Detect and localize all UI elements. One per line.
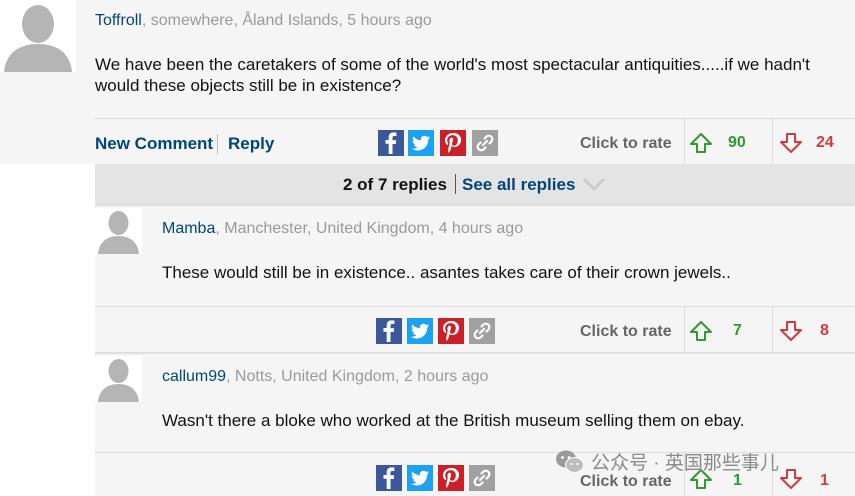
comment-location-time: , somewhere, Åland Islands, 5 hours ago [141,12,432,29]
reply-action-bar: Click to rate 7 8 [95,306,855,353]
see-all-replies-link[interactable]: See all replies [462,175,575,195]
default-avatar-icon [0,0,76,72]
divider [455,174,456,194]
arrow-down-icon[interactable] [780,321,802,341]
facebook-icon [383,320,395,342]
click-to-rate-label: Click to rate [580,323,672,340]
reply-meta: callum99, Notts, United Kingdom, 2 hours… [162,368,488,386]
comment-username[interactable]: Toffroll [95,12,142,29]
avatar[interactable] [95,356,142,402]
reply-location-time: , Notts, United Kingdom, 2 hours ago [226,368,489,385]
comment-main: Toffroll, somewhere, Åland Islands, 5 ho… [0,0,855,165]
twitter-share-button[interactable] [408,130,434,156]
arrow-up-icon[interactable] [690,133,712,153]
reply-body: Wasn't there a bloke who worked at the B… [162,411,745,430]
copy-link-button[interactable] [469,318,495,344]
reply-username[interactable]: Mamba [162,220,215,237]
pinterest-icon [443,321,460,341]
arrow-up-icon[interactable] [690,321,712,341]
twitter-icon [412,135,430,151]
default-avatar-icon [95,356,142,402]
twitter-icon [411,323,429,339]
pinterest-share-button[interactable] [440,130,466,156]
divider [217,134,218,154]
arrow-down-icon[interactable] [780,469,802,489]
facebook-share-button[interactable] [378,130,404,156]
reply-meta: Mamba, Manchester, United Kingdom, 4 hou… [162,220,523,238]
downvote-count: 1 [820,472,829,489]
new-comment-button[interactable]: New Comment [95,134,213,154]
reply-body: These would still be in existence.. asan… [162,263,731,282]
link-icon [473,469,491,487]
replies-bar: 2 of 7 replies See all replies [95,164,855,204]
reply-location-time: , Manchester, United Kingdom, 4 hours ag… [215,220,524,237]
divider [684,119,685,165]
upvote-count: 7 [733,322,742,339]
pinterest-share-button[interactable] [438,318,464,344]
twitter-share-button[interactable] [407,465,433,491]
pinterest-icon [443,468,460,488]
click-to-rate-label: Click to rate [580,135,672,152]
pinterest-icon [445,133,462,153]
copy-link-button[interactable] [472,130,498,156]
twitter-share-button[interactable] [407,318,433,344]
watermark: 公众号 · 英国那些事儿 [555,448,779,475]
wechat-icon [556,450,584,473]
twitter-icon [411,470,429,486]
divider [772,119,773,165]
divider [684,307,685,353]
downvote-count: 24 [816,134,834,151]
avatar[interactable] [95,208,142,254]
facebook-share-button[interactable] [376,465,402,491]
link-icon [476,134,494,152]
comment-body-line: would these objects still be in existenc… [95,76,402,95]
facebook-icon [383,467,395,489]
reply-item: Mamba, Manchester, United Kingdom, 4 hou… [95,204,855,353]
facebook-icon [385,132,397,154]
facebook-share-button[interactable] [376,318,402,344]
arrow-down-icon[interactable] [780,133,802,153]
reply-button[interactable]: Reply [228,134,274,154]
comment-action-bar: New Comment Reply Click to rate 90 24 [95,118,855,165]
chevron-down-icon[interactable] [582,177,606,191]
replies-count: 2 of 7 replies [343,175,447,194]
comment-body-line: We have been the caretakers of some of t… [95,55,810,74]
watermark-text: 公众号 · 英国那些事儿 [591,453,779,474]
downvote-count: 8 [820,322,829,339]
upvote-count: 90 [728,134,746,151]
link-icon [473,322,491,340]
copy-link-button[interactable] [469,465,495,491]
divider [772,307,773,353]
avatar[interactable] [0,0,76,72]
reply-username[interactable]: callum99 [162,368,226,385]
pinterest-share-button[interactable] [438,465,464,491]
comment-meta: Toffroll, somewhere, Åland Islands, 5 ho… [95,12,432,30]
comment-body: We have been the caretakers of some of t… [95,54,840,96]
default-avatar-icon [95,208,142,254]
click-to-rate-label: Click to rate [580,473,672,490]
